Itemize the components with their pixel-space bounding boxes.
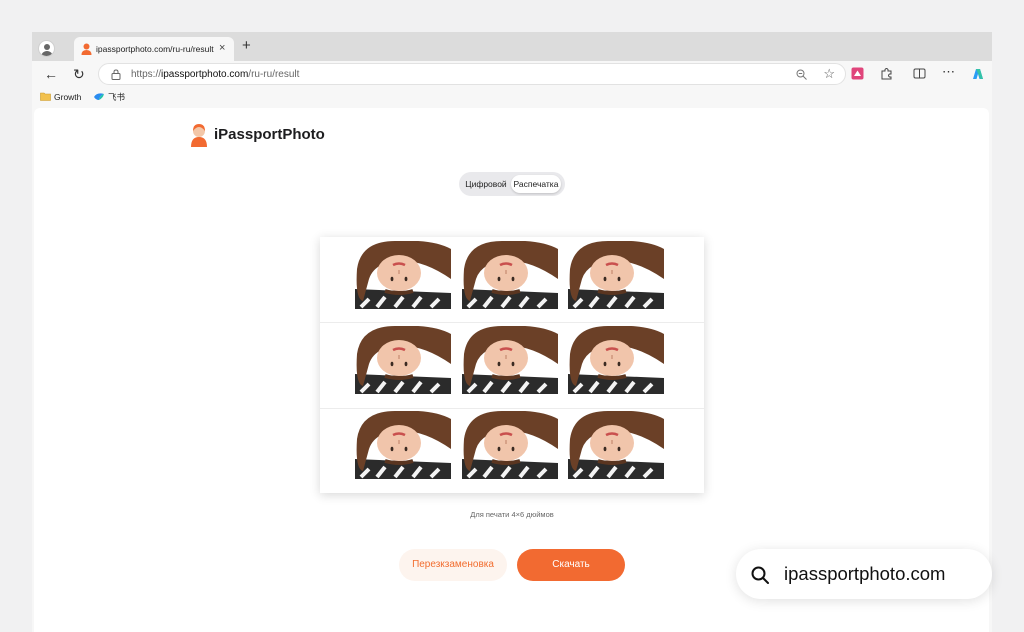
zoom-out-icon[interactable] xyxy=(796,69,807,80)
option-print[interactable]: Распечатка xyxy=(511,175,561,193)
sheet-row-divider xyxy=(320,407,704,409)
copilot-icon[interactable] xyxy=(970,66,986,82)
ipassportphoto-logo-icon xyxy=(191,124,207,147)
folder-icon xyxy=(40,92,51,101)
bookmark-feishu[interactable]: 飞书 xyxy=(93,91,125,103)
ipassportphoto-favicon-icon xyxy=(81,43,92,55)
back-arrow-icon[interactable]: ← xyxy=(44,66,58,82)
retake-button[interactable]: Перезкзаменовка xyxy=(399,549,507,581)
sheet-row-divider xyxy=(320,322,704,324)
print-size-caption: Для печати 4×6 дюймов xyxy=(470,510,554,519)
search-icon xyxy=(751,566,769,584)
passport-photo xyxy=(568,240,664,319)
brand-name: iPassportPhoto xyxy=(214,126,325,143)
more-menu-icon[interactable]: ⋯ xyxy=(942,64,955,80)
url-text: https://ipassportphoto.com/ru-ru/result xyxy=(131,68,299,81)
passport-photo xyxy=(355,411,451,490)
profile-avatar[interactable] xyxy=(38,40,55,57)
extensions-puzzle-icon[interactable] xyxy=(880,67,893,80)
browser-toolbar: ← ↻ https://ipassportphoto.com/ru-ru/res… xyxy=(32,61,992,87)
close-tab-icon[interactable]: × xyxy=(219,41,225,55)
bookmarks-bar: Growth 飞书 xyxy=(32,87,992,108)
option-digital[interactable]: Цифровой xyxy=(463,175,509,193)
url-path: /ru-ru/result xyxy=(248,69,300,80)
passport-photo xyxy=(461,411,558,490)
favorite-star-icon[interactable]: ☆ xyxy=(823,67,835,81)
print-sheet-preview xyxy=(320,237,704,493)
bookmark-growth-label: Growth xyxy=(54,92,82,102)
passport-photo xyxy=(355,326,451,404)
new-tab-button[interactable]: + xyxy=(242,37,251,55)
split-screen-icon[interactable] xyxy=(913,67,926,80)
address-bar[interactable]: https://ipassportphoto.com/ru-ru/result … xyxy=(98,63,846,85)
watermark-badge: ipassportphoto.com xyxy=(736,549,992,599)
refresh-icon[interactable]: ↻ xyxy=(73,66,85,82)
passport-photo xyxy=(568,411,664,490)
format-toggle: Цифровой Распечатка xyxy=(459,172,565,196)
lock-icon[interactable] xyxy=(111,69,121,80)
tab-strip: ipassportphoto.com/ru-ru/result × + xyxy=(32,32,992,61)
bookmark-growth[interactable]: Growth xyxy=(40,91,81,103)
passport-photo xyxy=(461,240,558,319)
passport-photo xyxy=(355,240,451,319)
watermark-text: ipassportphoto.com xyxy=(784,563,946,584)
url-host: ipassportphoto.com xyxy=(161,69,249,80)
bookmark-feishu-label: 飞书 xyxy=(108,92,126,102)
extension-app-icon[interactable] xyxy=(851,67,864,80)
feishu-icon xyxy=(94,93,104,100)
active-tab[interactable]: ipassportphoto.com/ru-ru/result × xyxy=(74,37,234,61)
passport-photo xyxy=(568,326,664,404)
download-button[interactable]: Скачать xyxy=(517,549,625,581)
browser-window: ipassportphoto.com/ru-ru/result × + ← ↻ … xyxy=(32,32,992,632)
url-scheme: https:// xyxy=(131,69,162,80)
passport-photo xyxy=(461,326,558,404)
tab-title: ipassportphoto.com/ru-ru/result xyxy=(96,44,214,54)
